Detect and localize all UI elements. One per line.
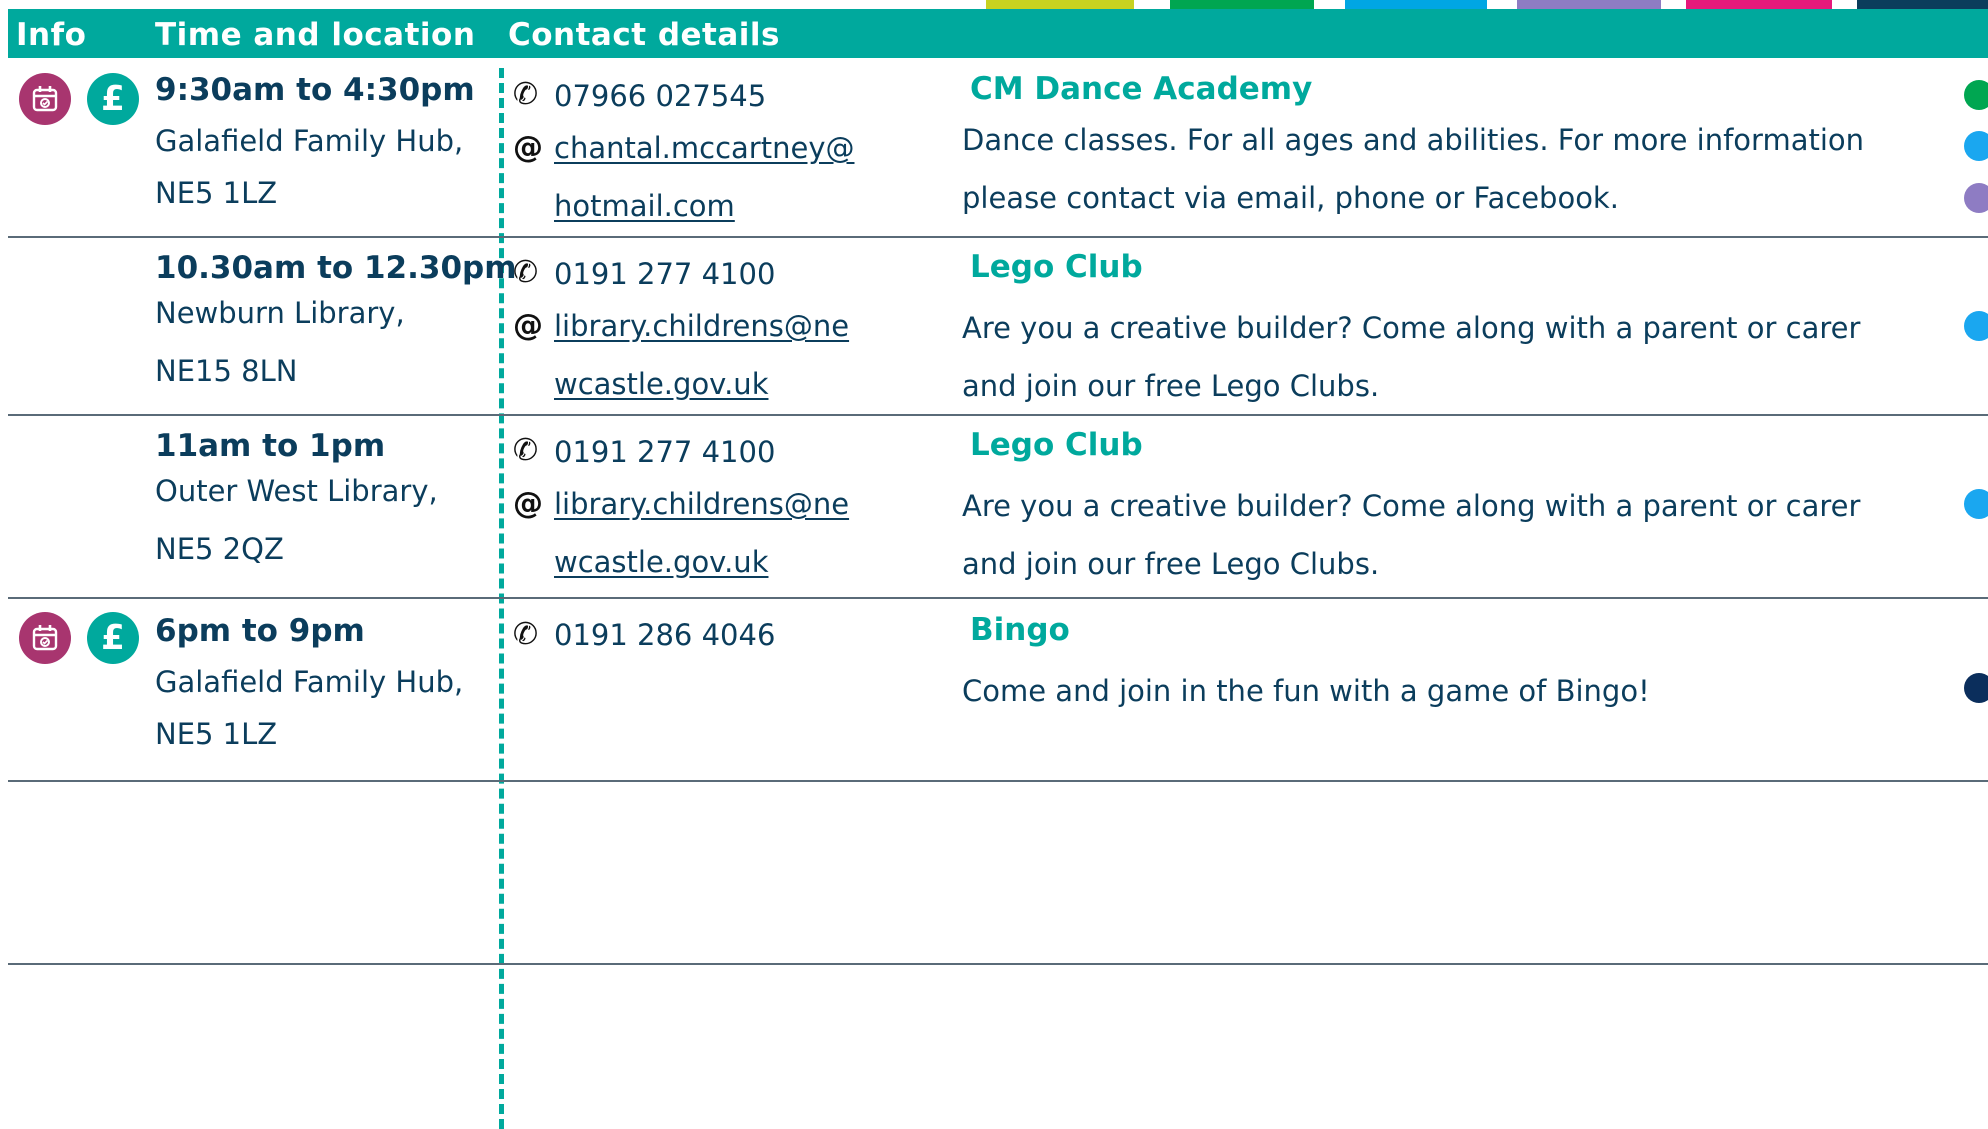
- email-link-line1[interactable]: chantal.mccartney@: [554, 119, 854, 177]
- event-location-line2: NE5 1LZ: [155, 717, 278, 751]
- color-strip-3: [1345, 0, 1487, 9]
- row-separator: [8, 236, 1988, 238]
- email-link-line2[interactable]: wcastle.gov.uk: [554, 533, 768, 591]
- event-description-line1: Are you a creative builder? Come along w…: [962, 311, 1861, 345]
- email-link-line2[interactable]: wcastle.gov.uk: [554, 355, 768, 413]
- email-link-line2[interactable]: hotmail.com: [554, 177, 735, 235]
- pound-icon: £: [87, 612, 139, 664]
- header-contact-details: Contact details: [508, 17, 780, 53]
- category-dot: [1964, 183, 1988, 213]
- event-description-line2: and join our free Lego Clubs.: [962, 547, 1380, 581]
- event-description-line2: please contact via email, phone or Faceb…: [962, 181, 1619, 215]
- color-strip-4: [1517, 0, 1661, 9]
- phone-number[interactable]: 0191 277 4100: [554, 245, 775, 303]
- event-time: 9:30am to 4:30pm: [155, 72, 475, 108]
- event-time: 6pm to 9pm: [155, 613, 365, 649]
- event-title: CM Dance Academy: [970, 71, 1313, 107]
- event-title: Lego Club: [970, 427, 1143, 463]
- calendar-icon: [19, 73, 71, 125]
- row-separator: [8, 780, 1988, 782]
- table-header: Info Time and location Contact details: [8, 9, 1988, 58]
- phone-icon: ✆: [513, 433, 539, 468]
- event-location-line1: Newburn Library,: [155, 296, 405, 330]
- header-info: Info: [16, 17, 87, 53]
- event-title: Bingo: [970, 612, 1070, 648]
- phone-number[interactable]: 0191 286 4046: [554, 606, 775, 664]
- color-strip-5: [1686, 0, 1832, 9]
- phone-icon: ✆: [513, 617, 539, 652]
- color-strip-1: [986, 0, 1134, 9]
- phone-number[interactable]: 0191 277 4100: [554, 423, 775, 481]
- event-time: 10.30am to 12.30pm: [155, 250, 517, 286]
- calendar-icon: [19, 612, 71, 664]
- header-time-location: Time and location: [155, 17, 476, 53]
- category-dot: [1964, 311, 1988, 341]
- event-time: 11am to 1pm: [155, 428, 386, 464]
- email-icon: @: [513, 308, 543, 343]
- category-dot: [1964, 80, 1988, 110]
- phone-icon: ✆: [513, 77, 539, 112]
- event-location-line2: NE5 1LZ: [155, 176, 278, 210]
- color-strip-2: [1170, 0, 1314, 9]
- event-description-line1: Dance classes. For all ages and abilitie…: [962, 123, 1865, 157]
- row-separator: [8, 963, 1988, 965]
- event-description-line1: Are you a creative builder? Come along w…: [962, 489, 1861, 523]
- category-dot: [1964, 673, 1988, 703]
- event-location-line1: Galafield Family Hub,: [155, 665, 464, 699]
- email-icon: @: [513, 486, 543, 521]
- event-location-line1: Galafield Family Hub,: [155, 124, 464, 158]
- phone-number[interactable]: 07966 027545: [554, 67, 766, 125]
- email-link-line1[interactable]: library.childrens@ne: [554, 297, 849, 355]
- row-separator: [8, 597, 1988, 599]
- event-title: Lego Club: [970, 249, 1143, 285]
- phone-icon: ✆: [513, 255, 539, 290]
- pound-icon: £: [87, 73, 139, 125]
- category-dot: [1964, 131, 1988, 161]
- event-location-line2: NE5 2QZ: [155, 532, 284, 566]
- event-description-line2: and join our free Lego Clubs.: [962, 369, 1380, 403]
- email-link-line1[interactable]: library.childrens@ne: [554, 475, 849, 533]
- event-location-line1: Outer West Library,: [155, 474, 438, 508]
- email-icon: @: [513, 130, 543, 165]
- category-dot: [1964, 489, 1988, 519]
- event-location-line2: NE15 8LN: [155, 354, 298, 388]
- color-strip-6: [1857, 0, 1988, 9]
- event-description-line1: Come and join in the fun with a game of …: [962, 674, 1650, 708]
